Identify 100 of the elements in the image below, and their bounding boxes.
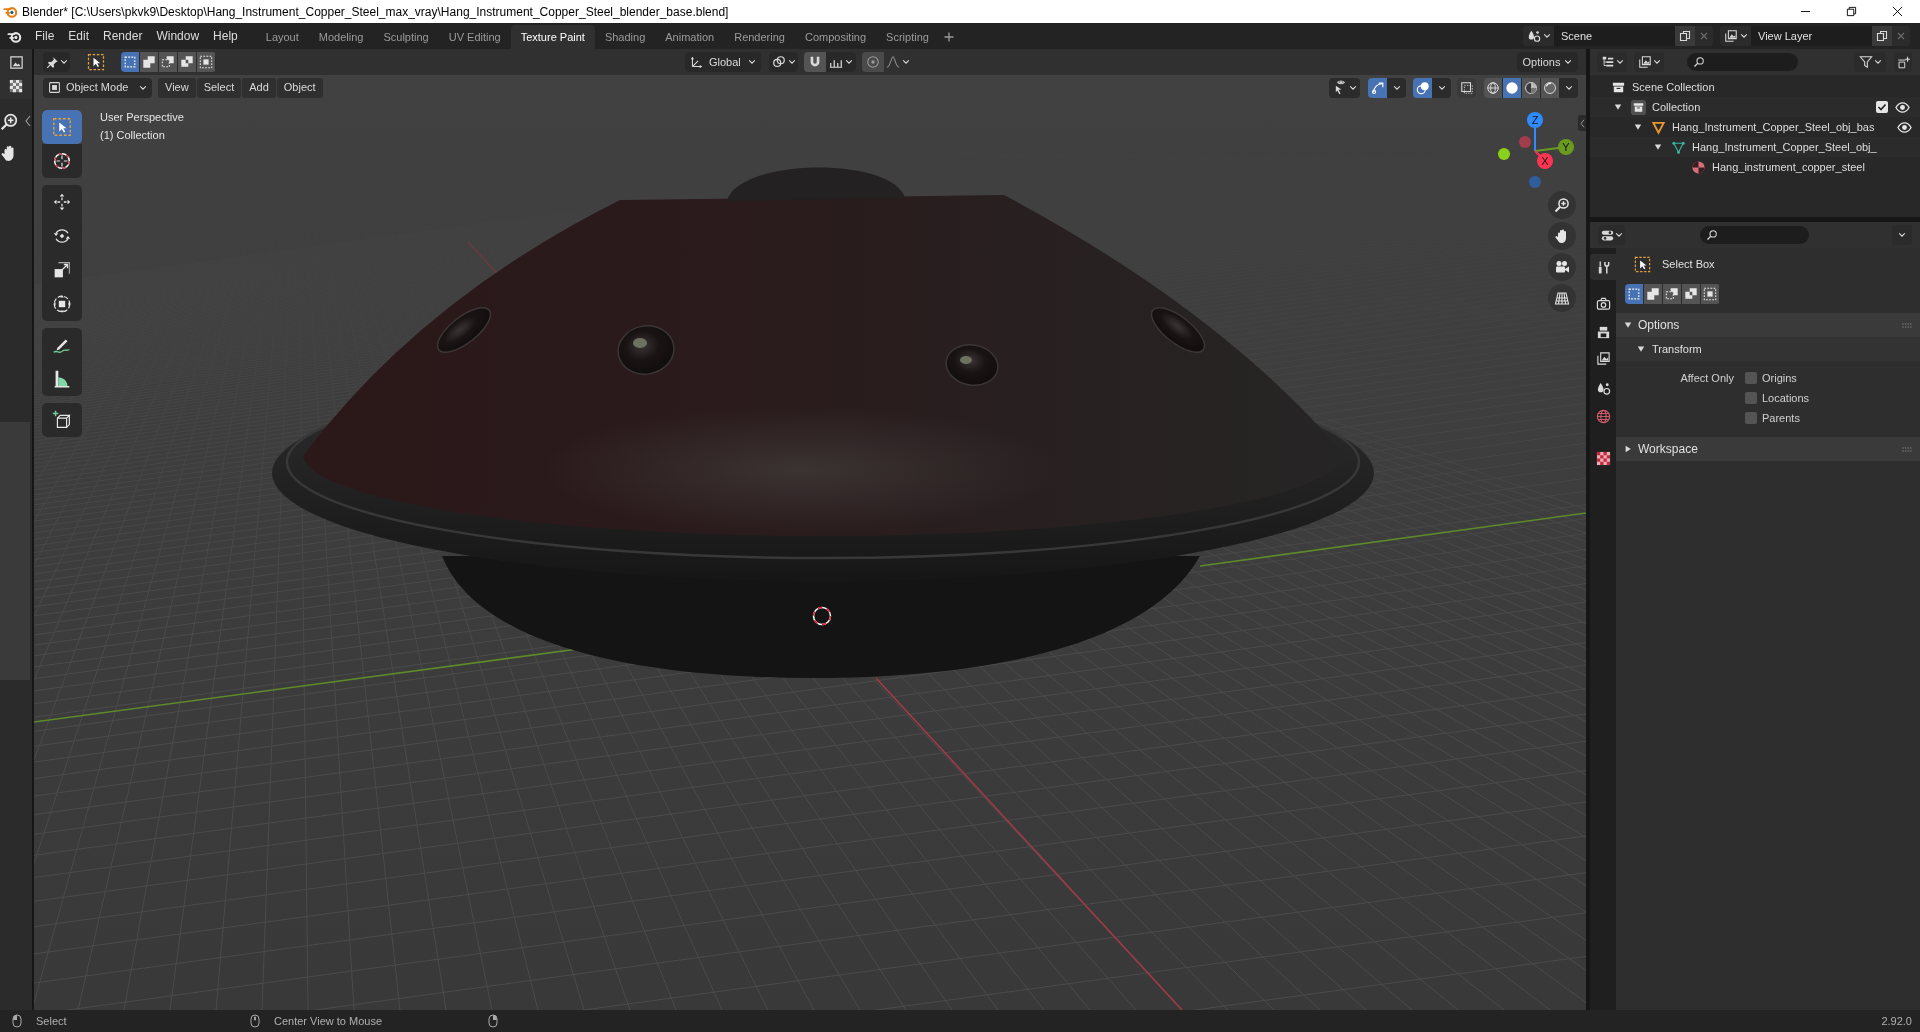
copy-button[interactable] [1872, 26, 1892, 46]
checkbox[interactable] [1876, 101, 1888, 113]
outliner-search-field[interactable] [1687, 53, 1798, 71]
dotted-square-icon [1459, 80, 1474, 95]
caret-icon [901, 58, 910, 66]
selection-mode-button[interactable] [1644, 284, 1663, 304]
selection-mode-button[interactable] [1701, 284, 1720, 304]
triangle-down-icon [1624, 321, 1632, 329]
orientation-dropdown[interactable]: Global [685, 52, 761, 72]
eye-icon[interactable] [1894, 99, 1910, 115]
proportional-toggle[interactable] [862, 52, 884, 72]
workspace-tab[interactable]: Compositing [794, 25, 877, 49]
menu-item[interactable]: Add [242, 77, 276, 98]
selection-mode-button[interactable] [1682, 284, 1701, 304]
filter-dropdown[interactable] [1854, 52, 1886, 72]
dot-circle-icon [866, 55, 880, 69]
mouse-middle-icon [250, 1014, 260, 1028]
scene-name-field[interactable]: Scene [1554, 26, 1675, 46]
snap-toggle[interactable] [804, 52, 826, 72]
transform-tool[interactable] [42, 287, 82, 321]
image-stack-icon [1595, 350, 1611, 366]
menu-item[interactable]: Window [149, 25, 207, 47]
selection-mode-button[interactable] [159, 52, 178, 72]
options-dropdown[interactable] [1892, 225, 1912, 245]
checkbox[interactable] [1745, 392, 1757, 404]
square-in-ring-icon [51, 293, 73, 315]
panel-header[interactable]: Options [1616, 313, 1920, 337]
menu-item[interactable]: Edit [61, 25, 97, 47]
checkbox[interactable] [1745, 412, 1757, 424]
mode-dropdown[interactable]: Object Mode [43, 77, 152, 98]
workspace-tab[interactable]: Modeling [308, 25, 374, 49]
close-icon [1897, 32, 1905, 40]
menu-item[interactable]: Help [206, 25, 245, 47]
add-cube-tool[interactable] [42, 403, 82, 437]
panel-header[interactable]: Workspace [1616, 437, 1920, 461]
workspace-tab[interactable]: Layout [255, 25, 309, 49]
options-dropdown[interactable]: Options [1517, 52, 1578, 72]
overlapping-squares-icon [142, 55, 156, 69]
copy-button[interactable] [1675, 26, 1695, 46]
selection-mode-button[interactable] [121, 52, 140, 72]
annotate-tool[interactable] [42, 328, 82, 362]
toggle-switches-icon [1600, 228, 1614, 242]
zoom-in-icon[interactable] [0, 113, 18, 131]
caret-icon [139, 83, 147, 92]
dashed-square-icon [1627, 287, 1641, 301]
triangle-down-icon[interactable] [1654, 143, 1662, 151]
cursor-tool[interactable] [42, 144, 82, 178]
triangle-down-icon[interactable] [1614, 103, 1622, 111]
box-plus-icon [1896, 55, 1910, 69]
active-tool-button[interactable] [85, 51, 107, 73]
layer-filter-dropdown[interactable] [1634, 52, 1664, 72]
select-box-tool[interactable] [42, 110, 82, 144]
selector-button[interactable] [1720, 26, 1751, 46]
pivot-dropdown[interactable] [769, 52, 798, 72]
snap-target-dropdown[interactable] [826, 52, 856, 72]
menu-item[interactable]: File [28, 25, 62, 47]
hollow-overlap-icon [180, 55, 194, 69]
item-label: Hang_Instrument_Copper_Steel_obj_ [1692, 139, 1877, 155]
workspace-tab[interactable]: Shading [594, 25, 656, 49]
triangle-down-icon [1637, 345, 1645, 353]
checkbox-label: Locations [1762, 390, 1810, 406]
sidebar-toggle[interactable] [1578, 115, 1586, 131]
move-tool[interactable] [42, 185, 82, 219]
subpanel-header[interactable]: Transform [1616, 337, 1920, 361]
triangle-down-icon[interactable] [1634, 123, 1642, 131]
grip-dots-icon [1902, 446, 1912, 452]
workspace-tab[interactable]: Animation [655, 25, 725, 49]
caret-icon [1615, 58, 1624, 66]
eye-icon[interactable] [1896, 119, 1912, 135]
menu-item[interactable]: View [158, 77, 196, 98]
workspace-tab[interactable]: Texture Paint [510, 25, 595, 49]
selection-mode-button[interactable] [178, 52, 197, 72]
selection-mode-button[interactable] [1663, 284, 1682, 304]
item-label: Scene Collection [1632, 79, 1715, 95]
selection-mode-button[interactable] [140, 52, 159, 72]
workspace-tab[interactable]: Scripting [876, 25, 939, 49]
editor-type-dropdown[interactable] [1598, 225, 1625, 245]
properties-tab[interactable] [1590, 254, 1616, 280]
selector-button[interactable] [1523, 26, 1554, 46]
workspace-tab[interactable]: UV Editing [438, 25, 511, 49]
mesh-triangle-icon [1670, 139, 1686, 155]
camera-icon [1595, 295, 1611, 311]
new-collection-button[interactable] [1894, 52, 1912, 72]
measure-tool[interactable] [42, 362, 82, 396]
workspace-tab[interactable]: Rendering [724, 25, 795, 49]
mouse-right-icon [488, 1014, 498, 1028]
selection-mode-button[interactable] [1625, 284, 1644, 304]
display-mode-dropdown[interactable] [1597, 52, 1627, 72]
plus-icon [943, 32, 954, 42]
selectability-dropdown[interactable] [1329, 77, 1360, 98]
view-layer-field[interactable]: View Layer [1751, 26, 1872, 46]
properties-search-field[interactable] [1700, 226, 1809, 244]
four-arrows-icon [51, 191, 73, 213]
checkbox[interactable] [1745, 372, 1757, 384]
selection-mode-button[interactable] [197, 52, 216, 72]
menu-item[interactable]: Render [96, 25, 150, 47]
workspace-tab[interactable]: Sculpting [373, 25, 439, 49]
item-label: Collection [1652, 99, 1701, 115]
shading-dropdown[interactable] [1560, 77, 1578, 98]
tool-options-dropdown[interactable] [43, 52, 70, 72]
